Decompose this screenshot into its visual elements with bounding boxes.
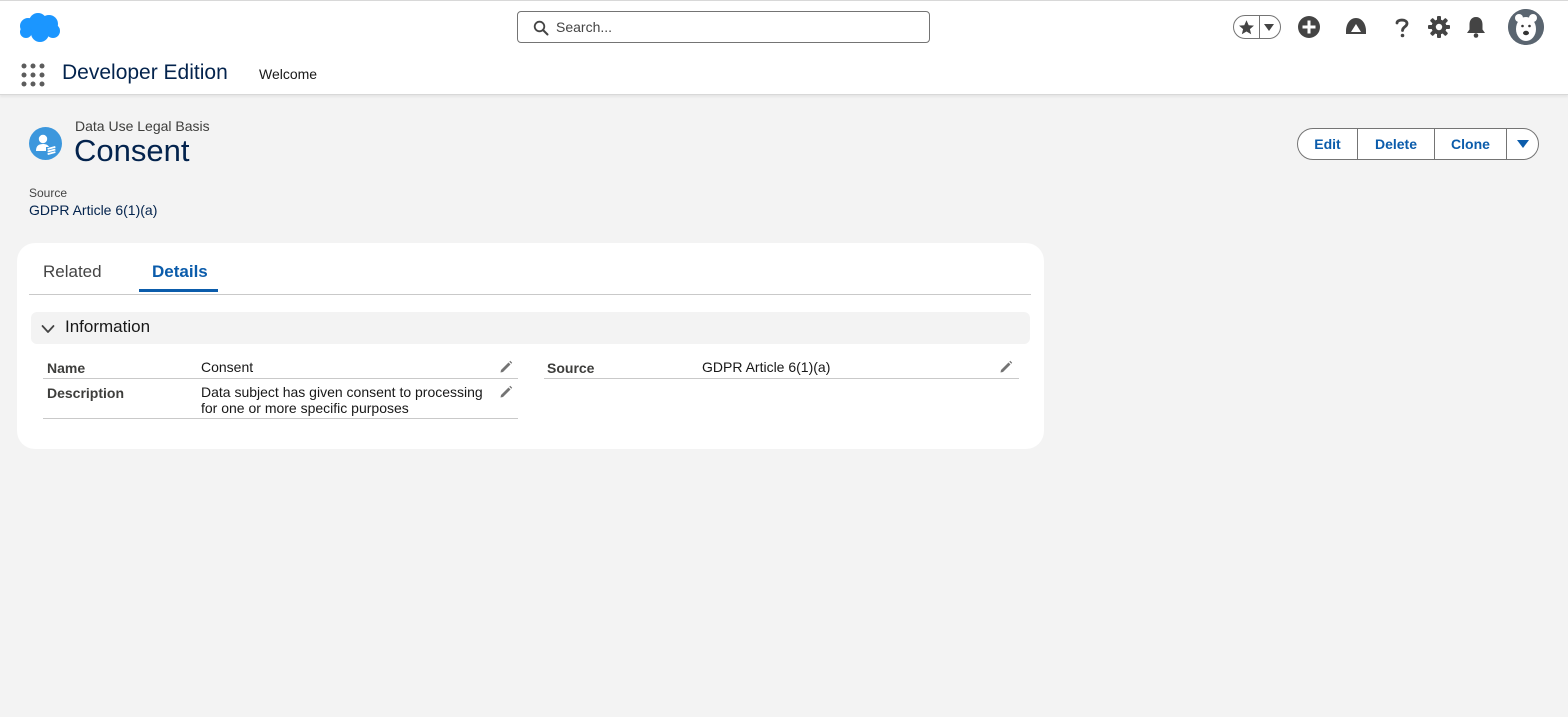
trailhead-icon[interactable] [1344, 15, 1368, 39]
record-actions: Edit Delete Clone [1297, 128, 1539, 160]
field-label-source: Source [547, 360, 595, 376]
legal-basis-icon [36, 134, 56, 156]
global-search[interactable] [517, 11, 930, 43]
star-icon[interactable] [1238, 19, 1255, 36]
field-value-description: Data subject has given consent to proces… [201, 384, 483, 416]
field-value-source: GDPR Article 6(1)(a) [702, 359, 831, 375]
highlight-source-label: Source [29, 186, 68, 200]
active-tab-indicator [139, 289, 218, 292]
chevron-down-icon [41, 325, 55, 333]
record-object-type: Data Use Legal Basis [75, 118, 210, 134]
user-avatar[interactable] [1508, 9, 1544, 45]
field-label-name: Name [47, 360, 86, 376]
tab-related[interactable]: Related [43, 262, 102, 282]
field-divider [43, 418, 518, 419]
chevron-down-icon[interactable] [1264, 24, 1274, 31]
field-divider [43, 378, 518, 379]
highlight-source-value: GDPR Article 6(1)(a) [29, 202, 158, 218]
favorites-divider [1259, 16, 1260, 38]
edit-button[interactable]: Edit [1297, 128, 1358, 160]
app-launcher-icon[interactable] [21, 63, 45, 87]
notification-bell-icon[interactable] [1464, 15, 1488, 39]
app-name: Developer Edition [62, 61, 228, 84]
field-value-name: Consent [201, 359, 254, 375]
section-information-header[interactable]: Information [31, 312, 1030, 344]
avatar-icon [1508, 9, 1544, 45]
tab-details[interactable]: Details [152, 262, 208, 282]
add-icon[interactable] [1297, 15, 1321, 39]
edit-name-pencil-icon[interactable] [499, 360, 513, 374]
nav-item-welcome[interactable]: Welcome [259, 66, 317, 82]
setup-gear-icon[interactable] [1427, 15, 1451, 39]
field-divider [544, 378, 1019, 379]
chevron-down-icon [1516, 140, 1529, 148]
record-type-icon [29, 127, 62, 160]
salesforce-cloud-icon[interactable] [16, 12, 62, 44]
favorites-button-group [1233, 15, 1281, 39]
more-actions-button[interactable] [1506, 128, 1539, 160]
search-icon [533, 20, 549, 36]
app-navigation-bar: Developer Edition Welcome [0, 54, 1568, 95]
delete-button[interactable]: Delete [1357, 128, 1435, 160]
search-input[interactable] [556, 16, 916, 38]
help-icon[interactable] [1390, 15, 1414, 39]
edit-description-pencil-icon[interactable] [499, 385, 513, 399]
clone-button[interactable]: Clone [1434, 128, 1507, 160]
global-header [0, 0, 1568, 55]
section-title: Information [65, 317, 151, 336]
record-tabs: Related Details [29, 259, 1031, 295]
edit-source-pencil-icon[interactable] [999, 360, 1013, 374]
record-detail-card: Related Details Information Name Consent… [17, 243, 1044, 449]
record-title: Consent [74, 133, 190, 168]
field-label-description: Description [47, 385, 125, 401]
